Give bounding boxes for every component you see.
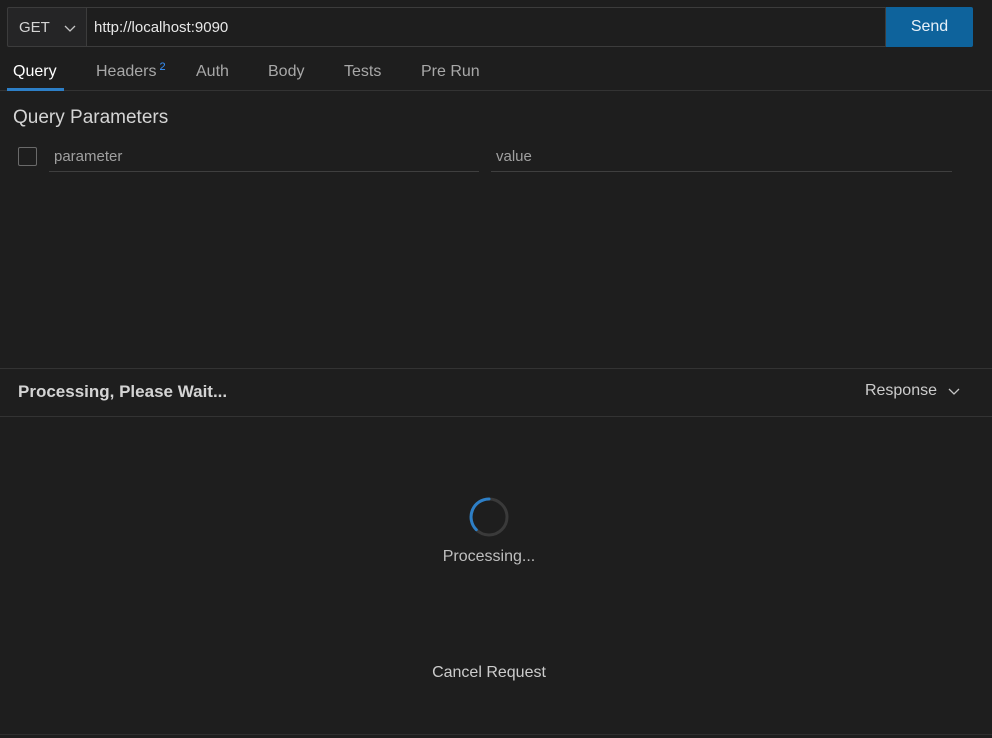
tab-body[interactable]: Body: [268, 54, 304, 91]
tab-auth[interactable]: Auth: [196, 54, 229, 91]
url-input[interactable]: [86, 7, 886, 47]
tab-label: Query: [13, 62, 57, 80]
param-value-placeholder: value: [496, 147, 532, 165]
tab-pre-run[interactable]: Pre Run: [421, 54, 480, 91]
bottom-edge: [0, 734, 992, 738]
param-value-input[interactable]: value: [491, 141, 952, 172]
tab-label: Tests: [344, 62, 382, 80]
processing-text: Processing...: [442, 548, 536, 565]
send-button[interactable]: Send: [886, 7, 973, 47]
divider: [0, 416, 992, 417]
chevron-down-icon: [948, 388, 960, 395]
chevron-down-icon: [64, 25, 76, 32]
tab-query[interactable]: Query: [7, 54, 64, 91]
tab-label: Headers: [96, 62, 157, 80]
response-view-label: Response: [864, 382, 937, 399]
loading-spinner-icon: [469, 497, 509, 537]
response-status: Processing, Please Wait...: [18, 382, 228, 401]
param-name-placeholder: parameter: [54, 147, 123, 165]
method-label: GET: [19, 18, 50, 36]
param-row: parameter value: [0, 141, 992, 173]
tab-label: Body: [268, 62, 305, 80]
tab-label: Pre Run: [421, 62, 480, 80]
divider: [0, 368, 992, 369]
headers-count-badge: 2: [159, 60, 166, 73]
request-bar: GET Send: [7, 7, 973, 47]
tab-tests[interactable]: Tests: [344, 54, 381, 91]
request-tabs: Query Headers 2 Auth Body Tests Pre Run: [0, 54, 992, 91]
tab-headers[interactable]: Headers 2: [96, 54, 166, 91]
param-name-input[interactable]: parameter: [49, 141, 479, 172]
method-select[interactable]: GET: [7, 7, 86, 47]
param-enable-checkbox[interactable]: [18, 147, 37, 166]
cancel-request-button[interactable]: Cancel Request: [0, 664, 978, 682]
response-view-dropdown[interactable]: Response: [865, 382, 961, 400]
tab-label: Auth: [196, 62, 229, 80]
section-title: Query Parameters: [13, 107, 169, 128]
